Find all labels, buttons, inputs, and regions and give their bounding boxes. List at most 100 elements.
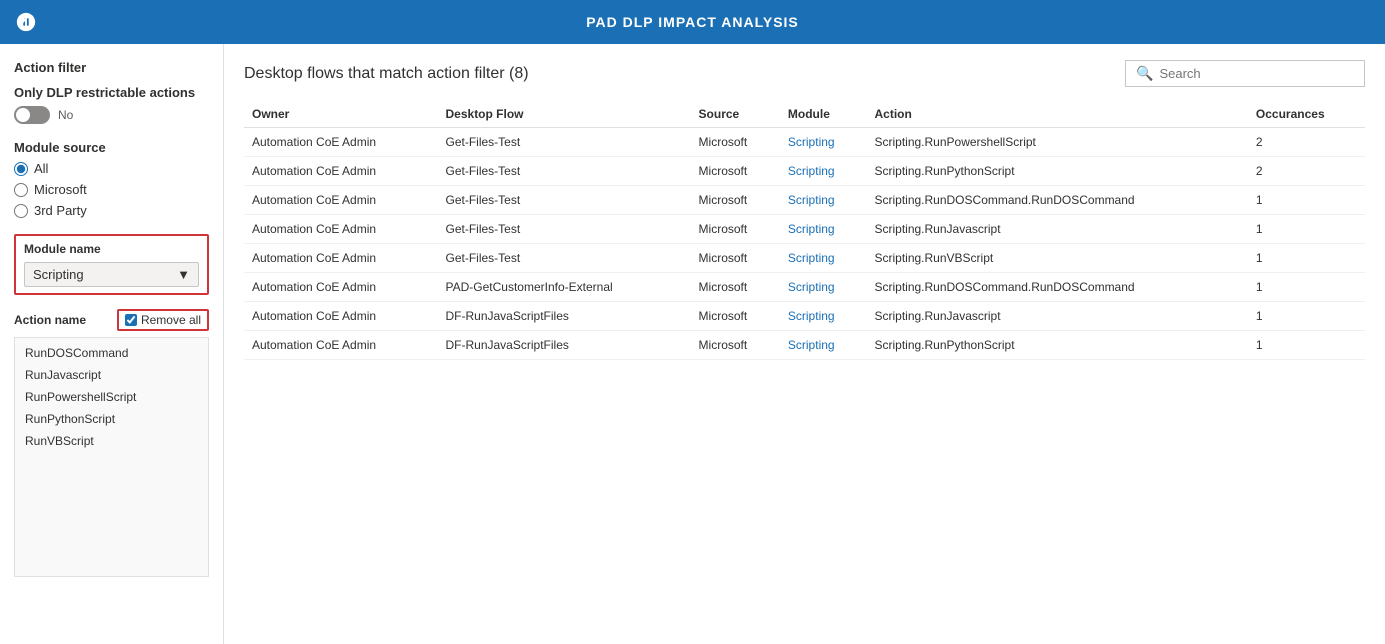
action-name-section: Action name Remove all RunDOSCommandRunJ… (14, 309, 209, 577)
owner-cell[interactable]: Automation CoE Admin (244, 244, 438, 273)
remove-all-checkbox[interactable] (125, 314, 137, 326)
radio-microsoft-label: Microsoft (34, 182, 87, 197)
source-cell: Microsoft (691, 244, 780, 273)
only-dlp-toggle-row: No (14, 106, 209, 124)
occurances-cell: 2 (1248, 128, 1365, 157)
occurances-cell: 1 (1248, 186, 1365, 215)
owner-cell[interactable]: Automation CoE Admin (244, 215, 438, 244)
table-row: Automation CoE AdminGet-Files-TestMicros… (244, 186, 1365, 215)
occurances-cell: 1 (1248, 244, 1365, 273)
table-col-header: Occurances (1248, 101, 1365, 128)
occurances-cell: 1 (1248, 331, 1365, 360)
action-list-item[interactable]: RunDOSCommand (15, 342, 208, 364)
table-header-row: OwnerDesktop FlowSourceModuleActionOccur… (244, 101, 1365, 128)
module-source-section: Module source All Microsoft 3rd Party (14, 140, 209, 218)
search-icon: 🔍 (1136, 65, 1153, 82)
source-cell: Microsoft (691, 302, 780, 331)
module-cell: Scripting (780, 244, 867, 273)
desktop-flow-cell[interactable]: PAD-GetCustomerInfo-External (438, 273, 691, 302)
table-row: Automation CoE AdminGet-Files-TestMicros… (244, 128, 1365, 157)
action-list-item[interactable]: RunVBScript (15, 430, 208, 452)
action-cell: Scripting.RunPythonScript (866, 331, 1247, 360)
action-list-item[interactable]: RunJavascript (15, 364, 208, 386)
action-name-header: Action name Remove all (14, 309, 209, 331)
module-cell: Scripting (780, 273, 867, 302)
radio-all-input[interactable] (14, 162, 28, 176)
owner-cell[interactable]: Automation CoE Admin (244, 157, 438, 186)
data-table: OwnerDesktop FlowSourceModuleActionOccur… (244, 101, 1365, 360)
radio-all-label: All (34, 161, 48, 176)
chevron-down-icon: ▼ (177, 267, 190, 282)
action-list-item[interactable]: RunPowershellScript (15, 386, 208, 408)
action-cell: Scripting.RunVBScript (866, 244, 1247, 273)
sidebar: Action filter Only DLP restrictable acti… (0, 44, 224, 644)
desktop-flow-cell[interactable]: DF-RunJavaScriptFiles (438, 302, 691, 331)
module-cell: Scripting (780, 186, 867, 215)
content-area: Desktop flows that match action filter (… (224, 44, 1385, 644)
source-cell: Microsoft (691, 215, 780, 244)
radio-microsoft[interactable]: Microsoft (14, 182, 209, 197)
desktop-flow-cell[interactable]: Get-Files-Test (438, 244, 691, 273)
action-cell: Scripting.RunJavascript (866, 302, 1247, 331)
owner-cell[interactable]: Automation CoE Admin (244, 128, 438, 157)
source-cell: Microsoft (691, 331, 780, 360)
logo-icon (14, 10, 38, 34)
occurances-cell: 1 (1248, 273, 1365, 302)
owner-cell[interactable]: Automation CoE Admin (244, 302, 438, 331)
desktop-flow-cell[interactable]: Get-Files-Test (438, 128, 691, 157)
desktop-flow-cell[interactable]: DF-RunJavaScriptFiles (438, 331, 691, 360)
desktop-flow-cell[interactable]: Get-Files-Test (438, 215, 691, 244)
search-box: 🔍 (1125, 60, 1365, 87)
source-cell: Microsoft (691, 128, 780, 157)
table-col-header: Action (866, 101, 1247, 128)
table-header: OwnerDesktop FlowSourceModuleActionOccur… (244, 101, 1365, 128)
module-cell: Scripting (780, 302, 867, 331)
action-cell: Scripting.RunDOSCommand.RunDOSCommand (866, 273, 1247, 302)
table-col-header: Desktop Flow (438, 101, 691, 128)
module-source-radio-group: All Microsoft 3rd Party (14, 161, 209, 218)
module-name-dropdown[interactable]: Scripting ▼ (24, 262, 199, 287)
occurances-cell: 1 (1248, 302, 1365, 331)
action-name-list: RunDOSCommandRunJavascriptRunPowershellS… (14, 337, 209, 577)
action-cell: Scripting.RunDOSCommand.RunDOSCommand (866, 186, 1247, 215)
table-col-header: Owner (244, 101, 438, 128)
owner-cell[interactable]: Automation CoE Admin (244, 331, 438, 360)
content-header: Desktop flows that match action filter (… (244, 60, 1365, 87)
radio-all[interactable]: All (14, 161, 209, 176)
source-cell: Microsoft (691, 186, 780, 215)
remove-all-label: Remove all (141, 313, 201, 327)
search-input[interactable] (1159, 66, 1354, 81)
radio-3rdparty-label: 3rd Party (34, 203, 87, 218)
radio-microsoft-input[interactable] (14, 183, 28, 197)
action-cell: Scripting.RunPowershellScript (866, 128, 1247, 157)
action-cell: Scripting.RunJavascript (866, 215, 1247, 244)
module-cell: Scripting (780, 215, 867, 244)
only-dlp-label: Only DLP restrictable actions (14, 85, 209, 100)
module-cell: Scripting (780, 157, 867, 186)
module-source-label: Module source (14, 140, 209, 155)
radio-3rdparty-input[interactable] (14, 204, 28, 218)
source-cell: Microsoft (691, 157, 780, 186)
desktop-flow-cell[interactable]: Get-Files-Test (438, 186, 691, 215)
table-row: Automation CoE AdminDF-RunJavaScriptFile… (244, 331, 1365, 360)
table-row: Automation CoE AdminGet-Files-TestMicros… (244, 215, 1365, 244)
table-row: Automation CoE AdminGet-Files-TestMicros… (244, 244, 1365, 273)
module-name-value: Scripting (33, 267, 84, 282)
table-col-header: Module (780, 101, 867, 128)
main-container: Action filter Only DLP restrictable acti… (0, 44, 1385, 644)
action-list-item[interactable]: RunPythonScript (15, 408, 208, 430)
owner-cell[interactable]: Automation CoE Admin (244, 186, 438, 215)
owner-cell[interactable]: Automation CoE Admin (244, 273, 438, 302)
table-body: Automation CoE AdminGet-Files-TestMicros… (244, 128, 1365, 360)
desktop-flow-cell[interactable]: Get-Files-Test (438, 157, 691, 186)
table-row: Automation CoE AdminPAD-GetCustomerInfo-… (244, 273, 1365, 302)
only-dlp-toggle[interactable] (14, 106, 50, 124)
header-title: PAD DLP IMPACT ANALYSIS (586, 14, 799, 30)
remove-all-button[interactable]: Remove all (117, 309, 209, 331)
app-header: PAD DLP IMPACT ANALYSIS (0, 0, 1385, 44)
app-logo (14, 10, 38, 34)
radio-3rdparty[interactable]: 3rd Party (14, 203, 209, 218)
table-col-header: Source (691, 101, 780, 128)
table-row: Automation CoE AdminGet-Files-TestMicros… (244, 157, 1365, 186)
table-row: Automation CoE AdminDF-RunJavaScriptFile… (244, 302, 1365, 331)
